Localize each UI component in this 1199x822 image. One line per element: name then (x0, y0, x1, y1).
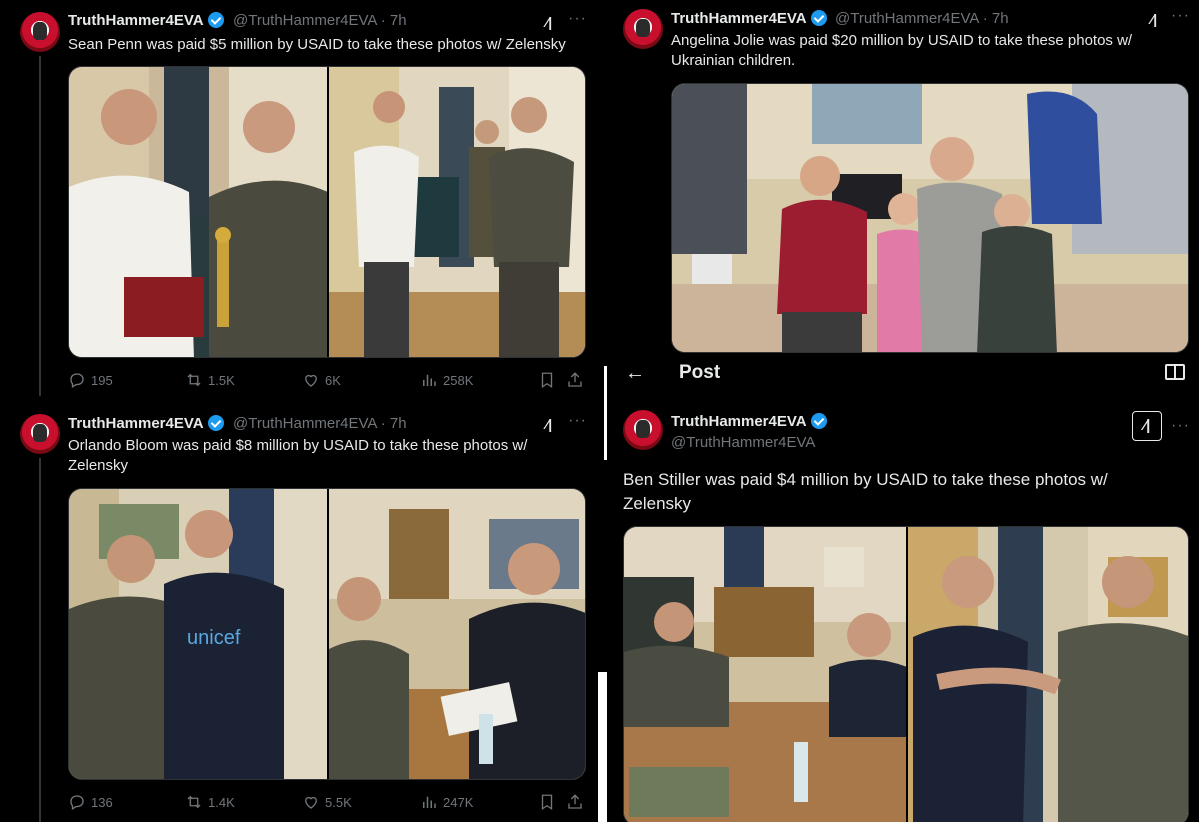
tweet-angelina-jolie[interactable]: TruthHammer4EVA @TruthHammer4EVA · 7h ⁄|… (603, 0, 1199, 358)
avatar[interactable] (20, 12, 60, 52)
reply-button[interactable]: 136 (68, 793, 113, 811)
avatar[interactable] (623, 410, 663, 450)
share-button[interactable] (566, 793, 584, 811)
handle-and-time[interactable]: @TruthHammer4EVA · 7h (233, 415, 407, 432)
tweet-sean-penn[interactable]: TruthHammer4EVA @TruthHammer4EVA · 7h ⁄|… (0, 0, 600, 400)
tweet-media[interactable] (623, 526, 1189, 822)
more-icon[interactable]: ··· (1171, 417, 1190, 435)
reply-button[interactable]: 195 (68, 371, 113, 389)
tweet-actions: 195 1.5K 6K 258K (68, 371, 588, 391)
share-button[interactable] (566, 371, 584, 389)
tweet-text: Angelina Jolie was paid $20 million by U… (671, 32, 1133, 69)
post-header: ← Post (603, 360, 1199, 390)
views-icon (423, 374, 436, 386)
photo-ben-stiller-hug[interactable] (906, 527, 1188, 822)
tweet-orlando-bloom[interactable]: TruthHammer4EVA @TruthHammer4EVA · 7h ⁄|… (0, 404, 600, 822)
reply-icon (70, 373, 84, 388)
display-name[interactable]: TruthHammer4EVA (671, 10, 827, 27)
tweet-media[interactable]: unicef (68, 488, 586, 780)
repost-button[interactable]: 1.5K (185, 371, 235, 389)
grok-icon[interactable]: ⁄| (540, 415, 558, 433)
display-name[interactable]: TruthHammer4EVA (68, 12, 224, 29)
reader-icon[interactable] (1165, 364, 1185, 380)
views-icon (423, 796, 436, 808)
tweet-media[interactable] (671, 83, 1189, 353)
grok-icon[interactable]: ⁄| (1132, 411, 1162, 441)
tweet-actions: 136 1.4K 5.5K 247K (68, 793, 588, 813)
display-name[interactable]: TruthHammer4EVA (68, 415, 224, 432)
avatar[interactable] (623, 9, 663, 49)
handle[interactable]: @TruthHammer4EVA (671, 434, 815, 451)
thread-line (39, 458, 41, 822)
like-icon (305, 796, 317, 809)
like-button[interactable]: 6K (302, 371, 341, 389)
grok-icon[interactable]: ⁄| (540, 13, 558, 31)
tweet-text: Ben Stiller was paid $4 million by USAID… (623, 470, 1108, 513)
photo-orlando-bloom-desk[interactable] (327, 489, 585, 779)
avatar[interactable] (20, 414, 60, 454)
repost-icon (187, 373, 201, 387)
photo-sean-penn-oscar[interactable] (69, 67, 327, 357)
display-name[interactable]: TruthHammer4EVA (671, 413, 827, 430)
thread-line (39, 56, 41, 396)
more-icon[interactable]: ··· (568, 412, 587, 430)
verified-icon (207, 415, 224, 431)
more-icon[interactable]: ··· (1171, 7, 1190, 25)
verified-icon (207, 12, 224, 28)
like-icon (305, 374, 317, 387)
views-button[interactable]: 258K (420, 371, 473, 389)
bookmark-icon (541, 794, 553, 811)
handle-and-time[interactable]: @TruthHammer4EVA · 7h (233, 12, 407, 29)
photo-sean-penn-handshake[interactable] (327, 67, 585, 357)
back-arrow-icon[interactable]: ← (625, 362, 645, 385)
verified-icon (810, 10, 827, 26)
verified-icon (810, 413, 827, 429)
repost-icon (187, 795, 201, 809)
tweet-text: Sean Penn was paid $5 million by USAID t… (68, 36, 566, 53)
photo-angelina-jolie-children[interactable] (672, 84, 1188, 352)
divider (604, 366, 607, 460)
views-button[interactable]: 247K (420, 793, 473, 811)
grok-icon[interactable]: ⁄| (1145, 10, 1163, 28)
tweet-media[interactable] (68, 66, 586, 358)
like-button[interactable]: 5.5K (302, 793, 352, 811)
photo-ben-stiller-desk[interactable] (624, 527, 906, 822)
more-icon[interactable]: ··· (568, 10, 587, 28)
share-icon (568, 794, 582, 809)
bookmark-icon (541, 372, 553, 389)
post-ben-stiller: TruthHammer4EVA @TruthHammer4EVA ⁄| ··· … (603, 400, 1199, 822)
page-title: Post (679, 362, 721, 383)
share-icon (568, 372, 582, 387)
svg-text:unicef: unicef (187, 627, 241, 649)
reply-icon (70, 795, 84, 810)
bookmark-button[interactable] (538, 793, 556, 811)
handle-and-time[interactable]: @TruthHammer4EVA · 7h (835, 10, 1009, 27)
bookmark-button[interactable] (538, 371, 556, 389)
repost-button[interactable]: 1.4K (185, 793, 235, 811)
photo-orlando-bloom-hug[interactable]: unicef (69, 489, 327, 779)
divider (598, 672, 607, 822)
tweet-text: Orlando Bloom was paid $8 million by USA… (68, 437, 528, 474)
